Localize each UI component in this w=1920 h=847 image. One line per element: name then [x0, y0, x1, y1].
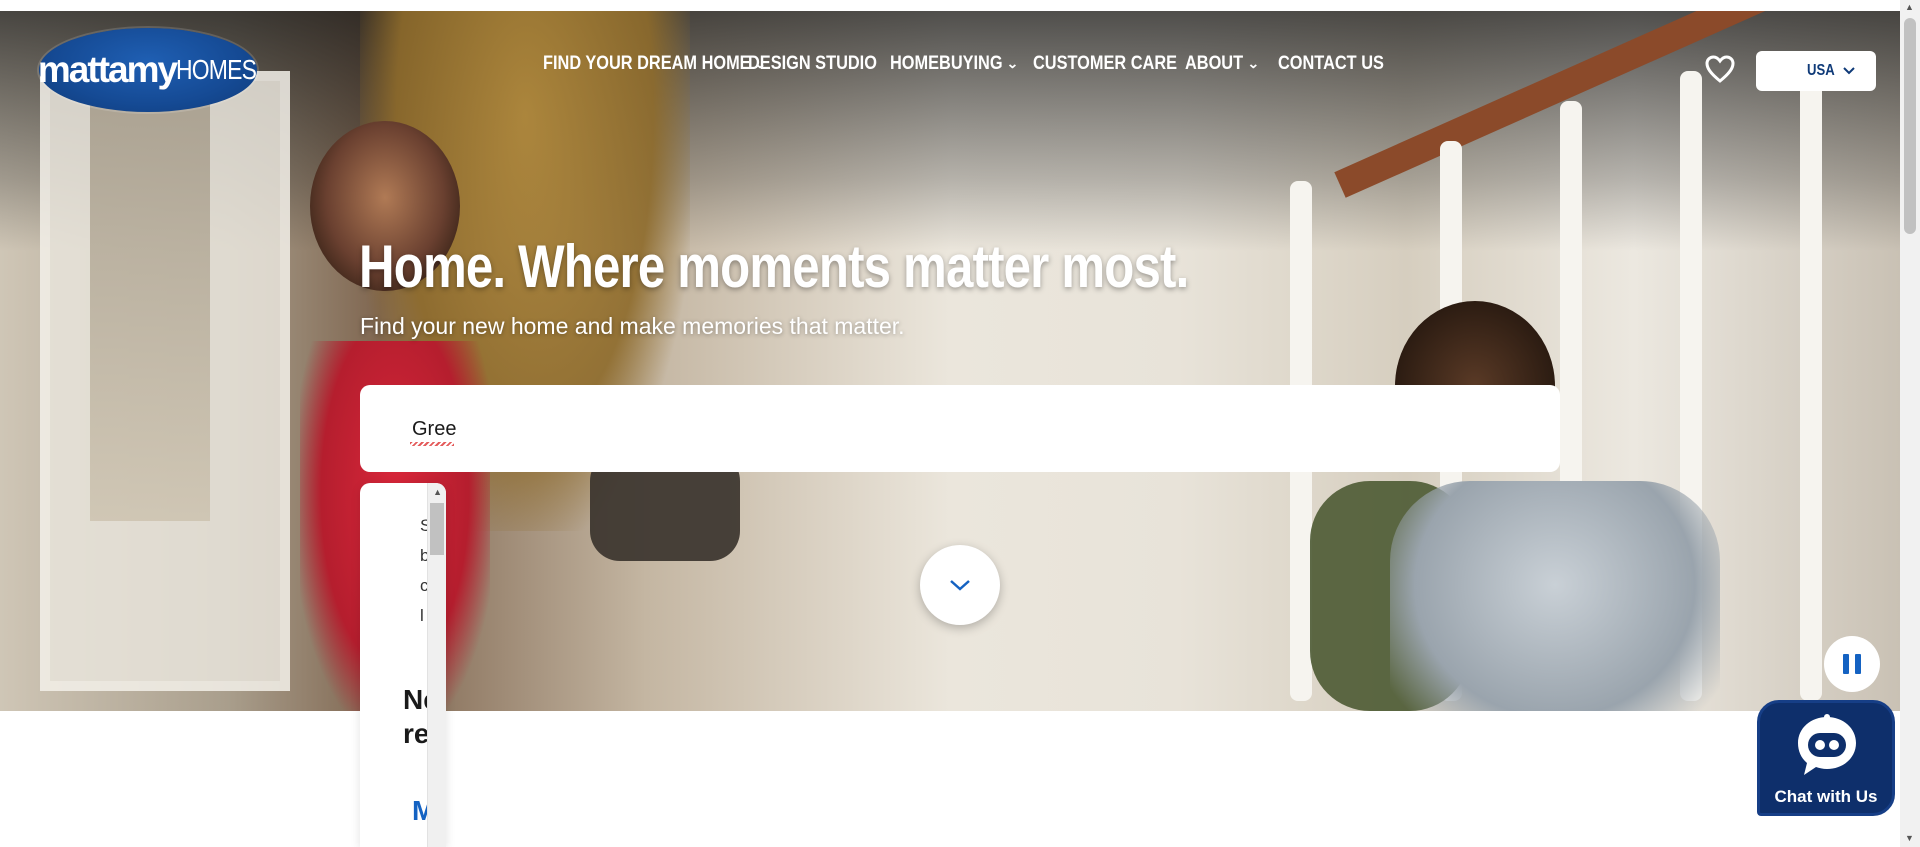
chevron-down-icon: ⌄: [1006, 56, 1019, 71]
nav-find-your-dream-home[interactable]: FIND YOUR DREAM HOME ⌄: [543, 53, 767, 75]
logo-light-text: HOMES: [176, 54, 257, 85]
suggestion-link[interactable]: M: [412, 795, 428, 827]
hero-boy-shirt: [1390, 481, 1720, 711]
chevron-down-icon: [950, 580, 970, 591]
suggestion-heading-line: res: [403, 718, 428, 749]
hero-baluster: [1800, 51, 1822, 701]
main-nav: FIND YOUR DREAM HOME ⌄ DESIGN STUDIO HOM…: [543, 53, 1384, 75]
nav-about[interactable]: ABOUT ⌄: [1185, 53, 1265, 75]
heart-icon[interactable]: [1705, 55, 1735, 83]
search-box: [360, 385, 1560, 474]
scroll-up-arrow-icon[interactable]: ▲: [1905, 2, 1914, 12]
suggestion-heading-line: Ne: [403, 684, 428, 715]
country-label: USA: [1807, 62, 1835, 79]
scroll-down-arrow-icon[interactable]: ▼: [1905, 833, 1914, 843]
spellcheck-underline: [410, 442, 454, 446]
suggestion-heading: Ne res: [403, 683, 428, 751]
hero-door-window: [90, 101, 210, 521]
video-pause-button[interactable]: [1824, 636, 1880, 692]
chevron-down-icon: [1843, 67, 1855, 75]
chatbot-icon: [1798, 714, 1856, 775]
logo-bold-text: mattamy: [37, 49, 178, 90]
nav-customer-care[interactable]: CUSTOMER CARE: [1033, 53, 1177, 75]
nav-label: DESIGN STUDIO: [748, 53, 877, 74]
mattamy-homes-logo[interactable]: mattamy HOMES: [37, 28, 257, 112]
location-search-input[interactable]: [410, 385, 1514, 474]
page-scrollbar[interactable]: ▲ ▼: [1900, 0, 1920, 847]
dropdown-scroll-thumb[interactable]: [430, 503, 444, 555]
pause-icon: [1855, 654, 1861, 674]
chat-with-us-button[interactable]: Chat with Us: [1757, 700, 1895, 816]
hero-subtitle: Find your new home and make memories tha…: [360, 313, 905, 339]
nav-contact-us[interactable]: CONTACT US: [1278, 53, 1384, 75]
search-suggestions-dropdown: S b c l Ne res M ▲: [360, 483, 446, 847]
nav-homebuying[interactable]: HOMEBUYING ⌄: [890, 53, 1019, 75]
nav-label: CONTACT US: [1278, 53, 1384, 74]
chat-label: Chat with Us: [1774, 787, 1878, 806]
hero-title: Home. Where moments matter most.: [359, 233, 1189, 300]
scroll-down-button[interactable]: [920, 545, 1000, 625]
nav-label: HOMEBUYING: [890, 53, 1003, 74]
chevron-down-icon: ⌄: [1246, 56, 1260, 71]
nav-label: FIND YOUR DREAM HOME: [543, 53, 751, 74]
pause-icon: [1843, 654, 1849, 674]
nav-label: CUSTOMER CARE: [1033, 53, 1178, 74]
dropdown-scrollbar[interactable]: ▲: [427, 483, 446, 847]
scroll-up-arrow-icon[interactable]: ▲: [433, 487, 442, 497]
browser-top-strip: [0, 0, 1900, 11]
country-selector[interactable]: USA: [1756, 51, 1876, 91]
nav-label: ABOUT: [1185, 53, 1244, 74]
page-scroll-thumb[interactable]: [1904, 18, 1916, 234]
nav-design-studio[interactable]: DESIGN STUDIO: [748, 53, 877, 75]
